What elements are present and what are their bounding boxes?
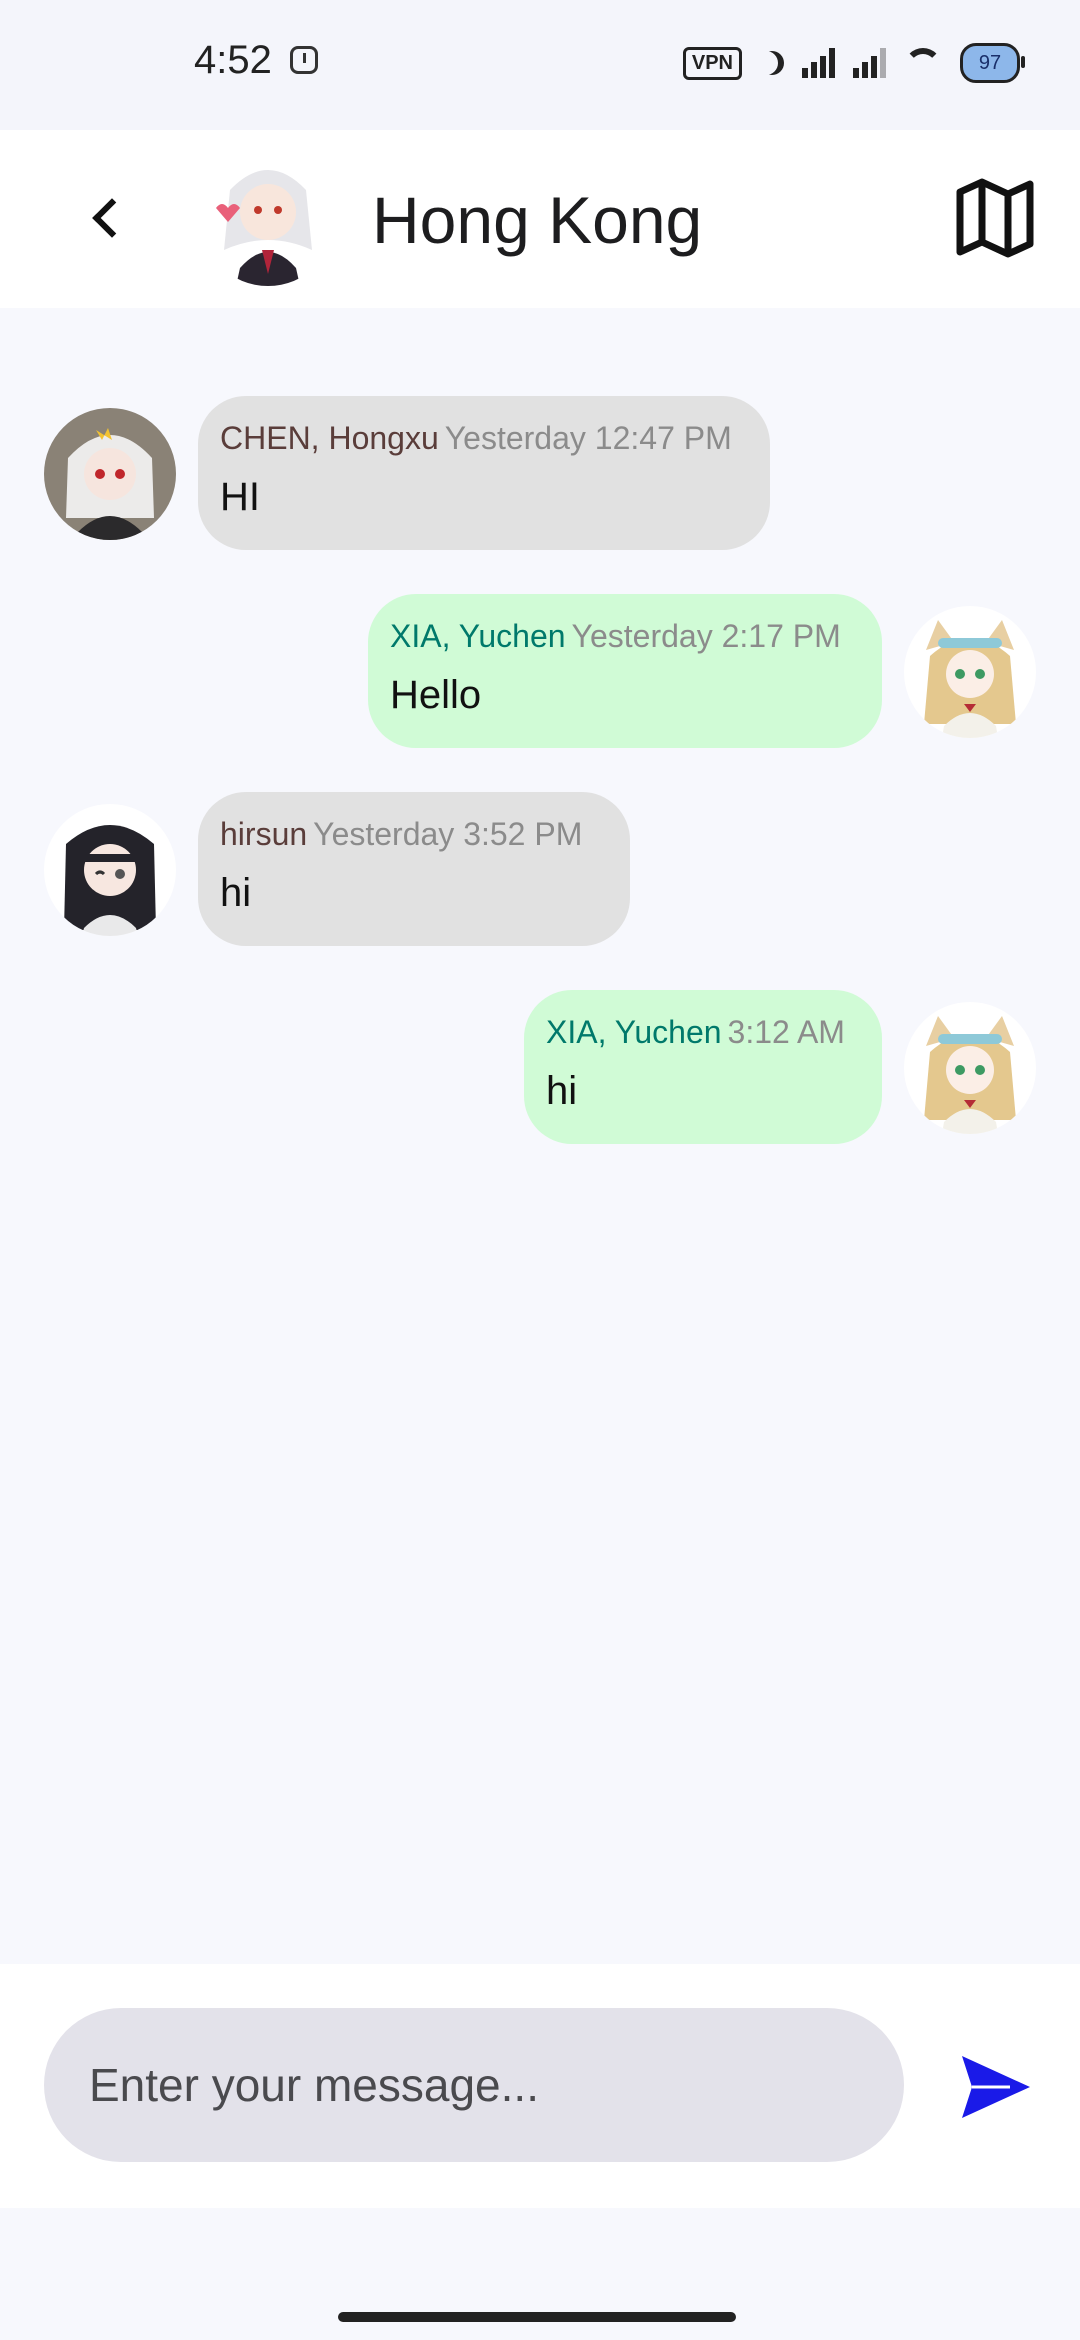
sender-avatar[interactable]: [904, 606, 1036, 738]
status-icons: VPN 97: [682, 40, 1025, 86]
send-icon: [962, 2056, 1030, 2118]
send-button[interactable]: [950, 2042, 1040, 2132]
back-button[interactable]: [70, 184, 140, 254]
message-bubble[interactable]: XIA, Yuchen 3:12 AM hi: [524, 990, 882, 1144]
message-time: Yesterday 2:17 PM: [571, 618, 841, 654]
message-text: hi: [546, 1069, 578, 1113]
sender-name: XIA, Yuchen: [390, 618, 566, 654]
alarm-icon: [290, 46, 318, 74]
map-icon: [956, 178, 1034, 258]
signal-icon-2: [853, 48, 886, 78]
composer-bar: [0, 1964, 1080, 2208]
message-text: Hello: [390, 673, 482, 717]
message-time: Yesterday 3:52 PM: [313, 816, 583, 852]
message-list[interactable]: CHEN, Hongxu Yesterday 12:47 PM HI XIA, Y…: [0, 308, 1080, 1964]
status-bar: 4:52 VPN 97: [0, 0, 1080, 130]
message-input[interactable]: [44, 2008, 904, 2162]
message-bubble[interactable]: hirsun Yesterday 3:52 PM hi: [198, 792, 630, 946]
sender-avatar[interactable]: [44, 804, 176, 936]
message-bubble[interactable]: XIA, Yuchen Yesterday 2:17 PM Hello: [368, 594, 882, 748]
vpn-icon: VPN: [682, 46, 742, 80]
home-indicator[interactable]: [338, 2312, 736, 2322]
battery-icon: 97: [960, 43, 1025, 83]
dnd-moon-icon: [760, 51, 784, 75]
message-time: 3:12 AM: [727, 1014, 845, 1050]
signal-icon: [802, 48, 835, 78]
sender-name: hirsun: [220, 816, 308, 852]
status-time: 4:52: [194, 38, 272, 82]
sender-avatar[interactable]: [904, 1002, 1036, 1134]
sender-name: XIA, Yuchen: [546, 1014, 722, 1050]
wifi-icon: [904, 48, 942, 78]
chat-title: Hong Kong: [372, 183, 703, 257]
message-text: hi: [220, 871, 252, 915]
message-item: XIA, Yuchen 3:12 AM hi: [0, 308, 1080, 1144]
group-avatar[interactable]: [200, 150, 336, 286]
map-button[interactable]: [950, 172, 1040, 262]
app-bar: Hong Kong: [0, 130, 1080, 308]
